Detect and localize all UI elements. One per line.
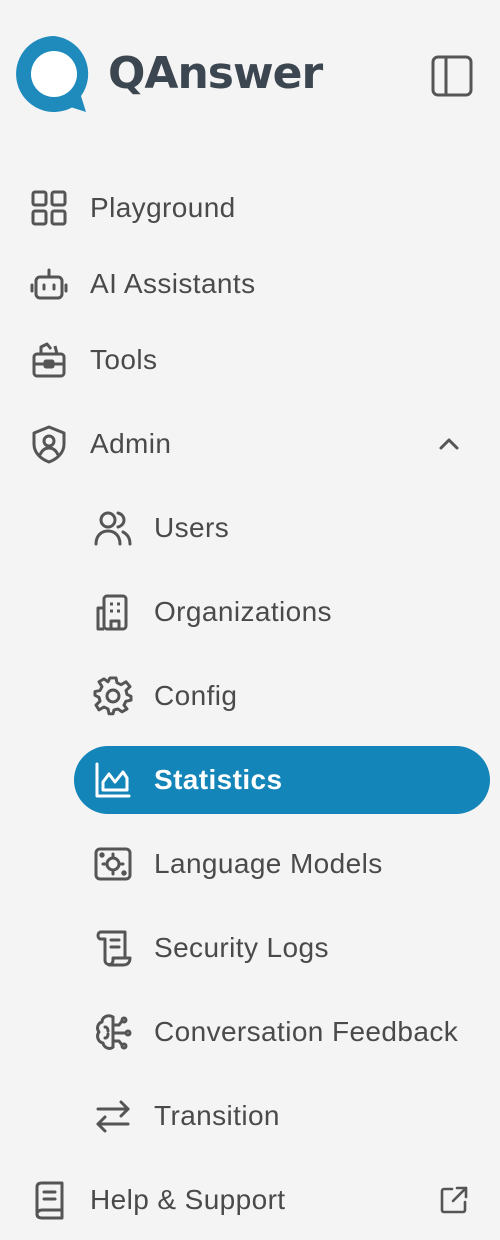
nav-label: Config — [154, 680, 238, 711]
qanswer-logo-icon — [14, 34, 94, 114]
nav-item-tools[interactable]: Tools — [0, 326, 500, 394]
nav-label: Transition — [154, 1100, 280, 1131]
nav-label: Admin — [90, 428, 172, 459]
nav-label: Statistics — [154, 764, 283, 795]
nav-label: AI Assistants — [90, 268, 256, 299]
external-link-icon — [436, 1182, 472, 1218]
nav-item-security-logs[interactable]: Security Logs — [0, 914, 500, 982]
toolbox-icon — [29, 340, 69, 380]
robot-icon — [29, 264, 69, 304]
nav-label: Help & Support — [90, 1184, 286, 1215]
nav-item-config[interactable]: Config — [0, 662, 500, 730]
sidebar-toggle-icon — [431, 55, 473, 97]
brand[interactable]: QAnswer — [14, 34, 323, 114]
nav-item-help-support[interactable]: Help & Support — [0, 1166, 500, 1234]
arrows-swap-icon — [93, 1096, 133, 1136]
nav-label: Users — [154, 512, 230, 543]
nav-label: Language Models — [154, 848, 383, 879]
scroll-icon — [93, 928, 133, 968]
nav-item-statistics[interactable]: Statistics — [0, 746, 500, 814]
model-chip-icon — [93, 844, 133, 884]
nav-item-playground[interactable]: Playground — [0, 174, 500, 242]
nav-item-transition[interactable]: Transition — [0, 1082, 500, 1150]
users-icon — [93, 508, 133, 548]
nav-label: Security Logs — [154, 932, 329, 963]
nav-label: Tools — [90, 344, 158, 375]
nav-item-ai-assistants[interactable]: AI Assistants — [0, 250, 500, 318]
sidebar-toggle-button[interactable] — [430, 54, 474, 98]
nav-item-organizations[interactable]: Organizations — [0, 578, 500, 646]
chevron-up-icon[interactable] — [431, 426, 467, 462]
chart-icon — [93, 760, 133, 800]
nav-label: Conversation Feedback — [154, 1016, 459, 1047]
building-icon — [93, 592, 133, 632]
gear-icon — [93, 676, 133, 716]
shield-user-icon — [29, 424, 69, 464]
nav-item-language-models[interactable]: Language Models — [0, 830, 500, 898]
book-icon — [29, 1180, 69, 1220]
nav-item-users[interactable]: Users — [0, 494, 500, 562]
sidebar: QAnswer Playground AI Assistants Tools A… — [0, 0, 500, 1240]
brain-icon — [93, 1012, 133, 1052]
brand-name: QAnswer — [108, 48, 323, 99]
grid-icon — [29, 188, 69, 228]
nav-item-conversation-feedback[interactable]: Conversation Feedback — [0, 998, 500, 1066]
nav-item-admin[interactable]: Admin — [0, 410, 500, 478]
nav-label: Playground — [90, 192, 236, 223]
nav-label: Organizations — [154, 596, 332, 627]
